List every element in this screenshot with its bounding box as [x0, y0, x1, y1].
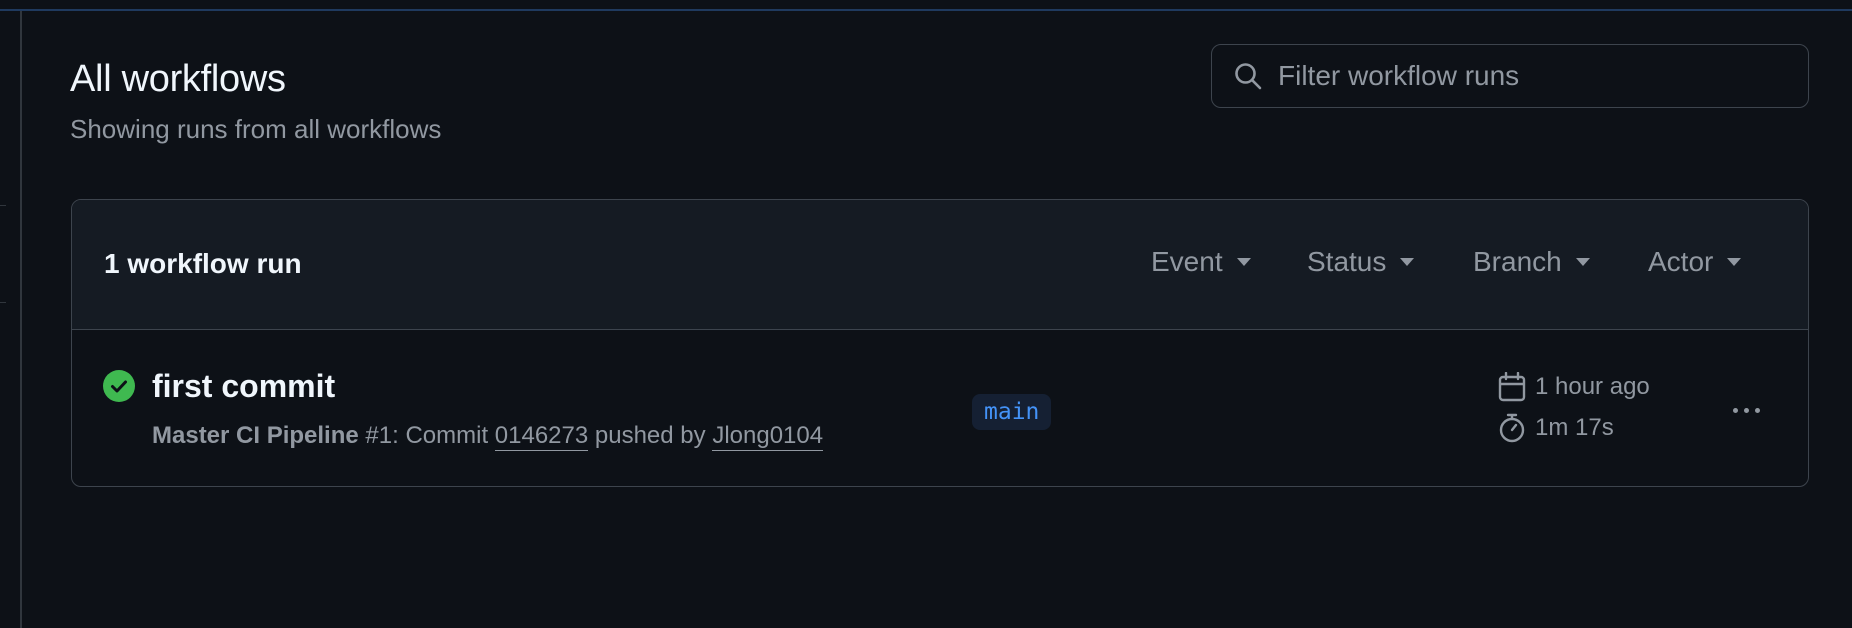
run-number: #1	[365, 422, 393, 449]
workflow-runs-panel: 1 workflow run Event Status Branch Actor…	[71, 199, 1809, 487]
calendar-icon	[1497, 372, 1527, 402]
kebab-dot-icon	[1732, 407, 1738, 413]
search-input[interactable]	[1278, 45, 1808, 107]
pushed-by-label: pushed by	[588, 422, 713, 449]
run-metadata: Master CI Pipeline #1: Commit 0146273 pu…	[152, 422, 824, 451]
filter-label: Status	[1307, 246, 1387, 277]
search-icon	[1232, 60, 1264, 92]
filter-event-dropdown[interactable]: Event	[1151, 246, 1251, 278]
filter-label: Actor	[1648, 246, 1714, 277]
search-box[interactable]	[1211, 44, 1809, 108]
top-navigation-edge	[0, 0, 1852, 11]
workflow-runs-header: 1 workflow run Event Status Branch Actor	[72, 200, 1808, 330]
filter-label: Branch	[1473, 246, 1562, 277]
stopwatch-icon	[1497, 413, 1527, 443]
run-title-link[interactable]: first commit	[152, 368, 335, 405]
duration-text: 1m 17s	[1535, 414, 1614, 441]
filter-branch-dropdown[interactable]: Branch	[1473, 246, 1590, 278]
workflow-run-row[interactable]: first commit Master CI Pipeline #1: Comm…	[72, 330, 1808, 486]
more-options-button[interactable]	[1724, 390, 1768, 430]
sidebar-tick	[0, 205, 6, 206]
branch-badge[interactable]: main	[972, 394, 1052, 430]
chevron-down-icon	[1236, 258, 1251, 266]
chevron-down-icon	[1727, 258, 1742, 266]
workflow-run-count: 1 workflow run	[104, 248, 302, 279]
chevron-down-icon	[1575, 258, 1590, 266]
kebab-dot-icon	[1754, 407, 1760, 413]
commit-prefix: : Commit	[392, 422, 495, 449]
check-circle-icon	[103, 370, 135, 402]
page-title: All workflows	[70, 58, 286, 100]
kebab-dot-icon	[1743, 407, 1749, 413]
sidebar-tick	[0, 302, 6, 303]
filter-actor-dropdown[interactable]: Actor	[1648, 246, 1742, 278]
page-subtitle: Showing runs from all workflows	[70, 114, 442, 144]
commit-link[interactable]: 0146273	[494, 422, 589, 451]
workflow-name: Master CI Pipeline	[152, 422, 359, 449]
filter-label: Event	[1151, 246, 1223, 277]
sidebar-divider	[20, 11, 22, 628]
run-time-ago: 1 hour ago	[1497, 372, 1650, 402]
time-ago-text: 1 hour ago	[1535, 373, 1650, 400]
actor-link[interactable]: Jlong0104	[712, 422, 824, 451]
chevron-down-icon	[1400, 258, 1415, 266]
run-duration: 1m 17s	[1497, 413, 1614, 443]
filter-status-dropdown[interactable]: Status	[1307, 246, 1415, 278]
